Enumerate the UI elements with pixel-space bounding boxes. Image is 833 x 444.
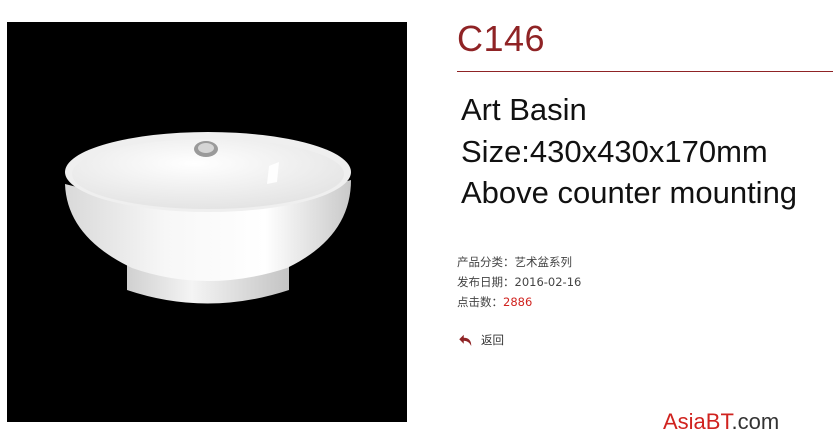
back-label[interactable]: 返回 [481, 332, 504, 348]
meta-date-value: 2016-02-16 [514, 275, 582, 289]
meta-category-label: 产品分类： [457, 255, 515, 269]
meta-date-label: 发布日期： [457, 275, 515, 289]
meta-date: 发布日期：2016-02-16 [457, 274, 581, 290]
watermark-suffix: .com [731, 409, 780, 434]
meta-clicks: 点击数：2886 [457, 294, 532, 310]
meta-clicks-label: 点击数： [457, 295, 503, 309]
watermark-brand: AsiaBT [663, 409, 732, 434]
meta-category-value[interactable]: 艺术盆系列 [515, 255, 573, 269]
basin-illustration [65, 132, 351, 304]
meta-clicks-value: 2886 [503, 295, 533, 309]
back-arrow-icon [459, 334, 472, 346]
product-image [7, 22, 407, 422]
product-mounting: Above counter mounting [461, 175, 798, 210]
title-divider [457, 71, 833, 72]
watermark: AsiaBT.com [663, 409, 779, 435]
back-link[interactable]: 返回 [457, 331, 504, 349]
product-code: C146 [457, 18, 546, 59]
meta-category: 产品分类：艺术盆系列 [457, 254, 572, 270]
product-size: Size:430x430x170mm [461, 134, 768, 169]
product-name: Art Basin [461, 92, 587, 127]
